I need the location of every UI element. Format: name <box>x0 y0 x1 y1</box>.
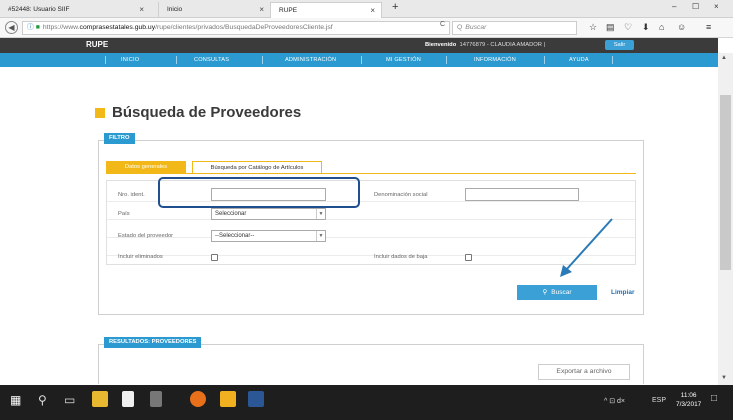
language-indicator[interactable]: ESP <box>652 397 666 404</box>
search-icon[interactable]: ⚲ <box>38 393 47 407</box>
arrow-shaft <box>565 218 613 271</box>
clock-date: 7/3/2017 <box>676 401 702 408</box>
scroll-down-icon[interactable]: ▼ <box>721 375 727 381</box>
task-view-icon[interactable]: ▭ <box>64 393 75 407</box>
notification-icon[interactable]: □ <box>711 393 717 404</box>
results-badge: RESULTADOS: PROVEEDORES <box>104 337 202 348</box>
firefox-icon[interactable] <box>190 391 206 407</box>
export-button[interactable]: Exportar a archivo <box>538 364 630 380</box>
document-icon[interactable] <box>122 391 134 407</box>
taskbar: ▦ ⚲ ▭ ^ ⊡ d× ESP 11:06 7/3/2017 □ <box>0 385 733 420</box>
buscar-button[interactable]: ⚲ Buscar <box>517 285 597 300</box>
file-explorer-icon[interactable] <box>92 391 108 407</box>
word-icon[interactable] <box>248 391 264 407</box>
folder-app-icon[interactable] <box>220 391 236 407</box>
buscar-label: Buscar <box>551 289 572 296</box>
tray-icons[interactable]: ^ ⊡ d× <box>604 397 625 405</box>
windows-start-icon[interactable]: ▦ <box>10 393 21 407</box>
limpiar-link[interactable]: Limpiar <box>611 289 634 296</box>
clock[interactable]: 11:06 7/3/2017 <box>676 391 701 409</box>
clock-time: 11:06 <box>680 392 697 399</box>
calculator-icon[interactable] <box>150 391 162 407</box>
scrollbar-thumb[interactable] <box>720 95 731 270</box>
scroll-up-icon[interactable]: ▲ <box>721 55 727 61</box>
search-icon: ⚲ <box>542 289 548 296</box>
